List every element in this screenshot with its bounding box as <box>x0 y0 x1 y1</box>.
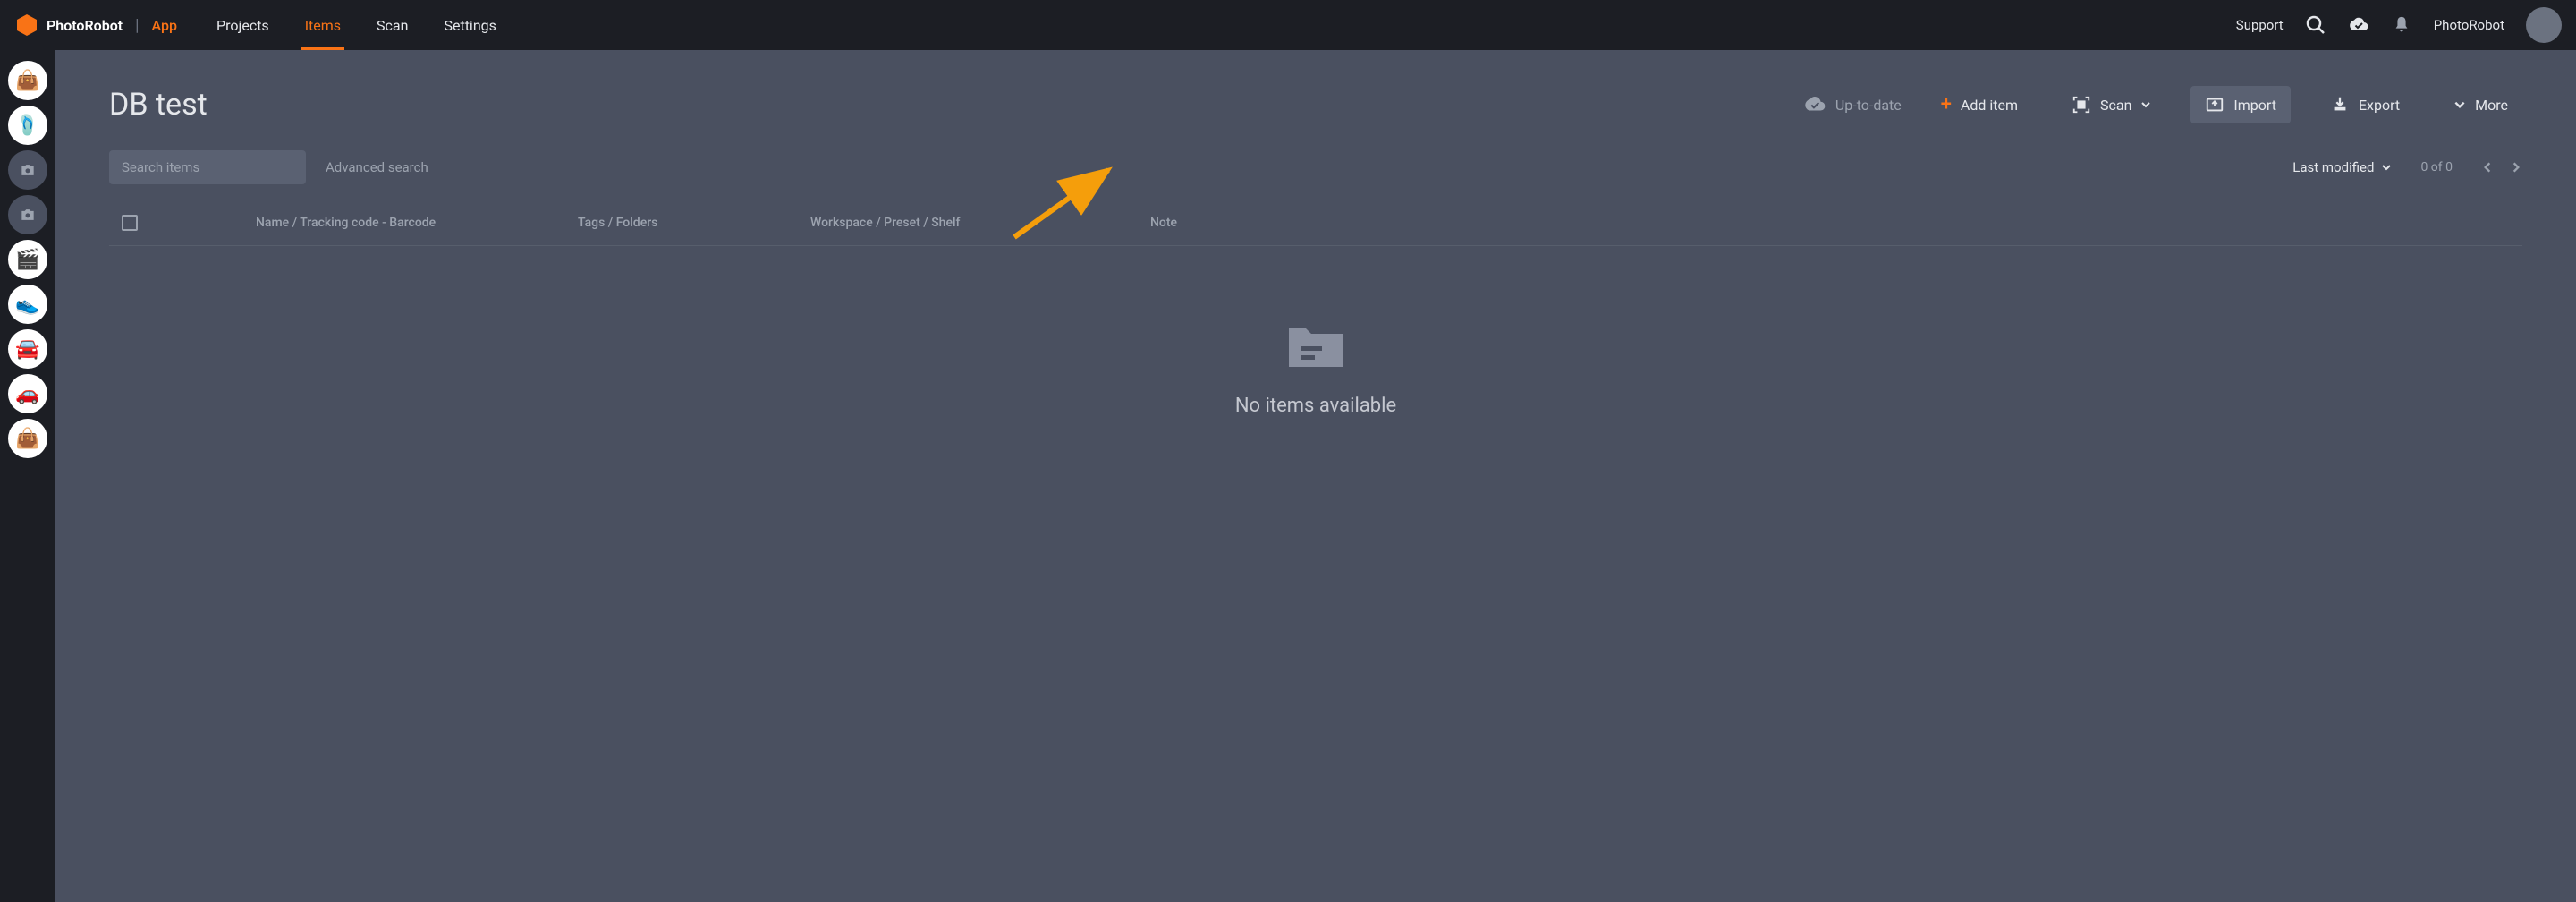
sidebar-item-5[interactable]: 👟 <box>8 285 47 324</box>
app-label[interactable]: App <box>152 17 177 34</box>
scan-button[interactable]: Scan <box>2057 86 2165 123</box>
col-tags[interactable]: Tags / Folders <box>578 216 810 230</box>
select-all-col <box>122 215 166 231</box>
empty-text: No items available <box>1235 395 1396 417</box>
avatar[interactable] <box>2526 7 2562 43</box>
col-name[interactable]: Name / Tracking code - Barcode <box>166 216 578 230</box>
plus-icon: + <box>1941 95 1952 115</box>
search-box[interactable] <box>109 150 306 184</box>
import-button[interactable]: Import <box>2190 86 2291 123</box>
pager-next[interactable] <box>2510 161 2522 174</box>
sync-status-label: Up-to-date <box>1835 97 1902 114</box>
more-button[interactable]: More <box>2439 88 2522 123</box>
nav: Projects Items Scan Settings <box>213 1 500 50</box>
cloud-sync-icon[interactable] <box>2348 14 2369 36</box>
advanced-search-link[interactable]: Advanced search <box>326 159 428 175</box>
import-icon <box>2205 95 2224 115</box>
filter-right: Last modified 0 of 0 <box>2292 159 2522 175</box>
chevron-down-icon <box>2381 162 2392 173</box>
user-name[interactable]: PhotoRobot <box>2434 17 2504 33</box>
pager-text: 0 of 0 <box>2420 160 2453 174</box>
search-icon[interactable] <box>2305 14 2326 36</box>
nav-scan[interactable]: Scan <box>373 1 411 50</box>
logo-icon <box>14 13 39 38</box>
sidebar-item-6[interactable]: 🚘 <box>8 329 47 369</box>
pager-arrows <box>2481 161 2522 174</box>
nav-items[interactable]: Items <box>301 1 344 50</box>
header-actions: Up-to-date + Add item Scan <box>1803 86 2522 123</box>
search-row: Advanced search Last modified 0 of 0 <box>109 150 2522 184</box>
nav-projects[interactable]: Projects <box>213 1 273 50</box>
col-note[interactable]: Note <box>1150 216 1267 230</box>
nav-settings[interactable]: Settings <box>440 1 499 50</box>
export-label: Export <box>2359 97 2400 114</box>
col-workspace[interactable]: Workspace / Preset / Shelf <box>810 216 1150 230</box>
sidebar-item-0[interactable]: 👜 <box>8 61 47 100</box>
logo-text: PhotoRobot <box>47 17 123 34</box>
cloud-check-icon <box>1803 93 1826 116</box>
add-item-label: Add item <box>1961 97 2018 114</box>
chevron-down-icon <box>2140 99 2151 110</box>
search-input[interactable] <box>122 159 300 175</box>
export-button[interactable]: Export <box>2316 86 2414 123</box>
empty-state: No items available <box>109 318 2522 417</box>
main: DB test Up-to-date + Add item Scan <box>55 50 2576 453</box>
sidebar-item-7[interactable]: 🚗 <box>8 374 47 413</box>
table-divider <box>109 245 2522 246</box>
divider: | <box>135 16 139 35</box>
topbar-right: Support PhotoRobot <box>2236 7 2562 43</box>
page-header: DB test Up-to-date + Add item Scan <box>109 86 2522 123</box>
table-header: Name / Tracking code - Barcode Tags / Fo… <box>109 200 2522 245</box>
import-label: Import <box>2233 97 2276 114</box>
sidebar: 👜 🩴 🎬 👟 🚘 🚗 👜 <box>0 50 55 902</box>
add-item-button[interactable]: + Add item <box>1927 86 2032 123</box>
export-icon <box>2330 95 2350 115</box>
select-all-checkbox[interactable] <box>122 215 138 231</box>
logo-area[interactable]: PhotoRobot <box>14 13 123 38</box>
sidebar-item-3[interactable] <box>8 195 47 234</box>
sidebar-item-2[interactable] <box>8 150 47 190</box>
topbar: PhotoRobot | App Projects Items Scan Set… <box>0 0 2576 50</box>
chevron-down-icon <box>2453 98 2466 111</box>
page-title: DB test <box>109 87 208 123</box>
sort-dropdown[interactable]: Last modified <box>2292 159 2392 175</box>
sidebar-item-4[interactable]: 🎬 <box>8 240 47 279</box>
support-link[interactable]: Support <box>2236 17 2284 33</box>
sort-label: Last modified <box>2292 159 2374 175</box>
qr-scan-icon <box>2072 95 2091 115</box>
bell-icon[interactable] <box>2391 14 2412 36</box>
more-label: More <box>2475 97 2508 114</box>
sidebar-item-8[interactable]: 👜 <box>8 419 47 458</box>
folder-empty-icon <box>1284 318 1347 371</box>
sync-status: Up-to-date <box>1803 93 1902 116</box>
sidebar-item-1[interactable]: 🩴 <box>8 106 47 145</box>
scan-label: Scan <box>2100 97 2131 114</box>
pager-prev[interactable] <box>2481 161 2494 174</box>
